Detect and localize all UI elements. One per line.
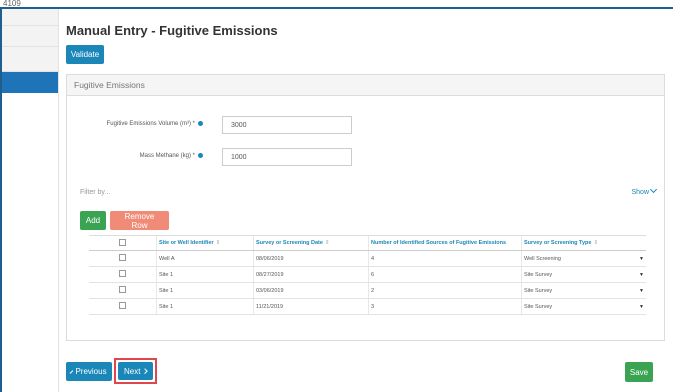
site-cell[interactable]: Site 1 (156, 266, 254, 283)
row-checkbox-cell[interactable] (89, 250, 157, 267)
row-checkbox[interactable] (119, 302, 126, 309)
site-cell[interactable]: Site 1 (156, 298, 254, 315)
table-row[interactable]: Site 1 03/06/2019 2 Site Survey ▼ (89, 282, 646, 299)
mass-methane-input[interactable]: 1000 (222, 148, 352, 166)
app-window: 4109 Manual Entry - Fugitive Emissions V… (0, 0, 673, 392)
panel-header: Fugitive Emissions (67, 75, 664, 96)
validate-button[interactable]: Validate (66, 45, 104, 64)
type-select[interactable]: Well Screening ▼ (521, 250, 646, 267)
site-cell[interactable]: Well A (156, 250, 254, 267)
select-all-header[interactable] (89, 235, 157, 251)
sidebar-item-1[interactable] (2, 9, 58, 26)
chevron-left-icon (70, 369, 74, 374)
column-site[interactable]: Site or Well Identifier ⇕ (156, 235, 254, 251)
dropdown-arrow-icon: ▼ (639, 287, 644, 294)
type-select-value: Site Survey (524, 271, 553, 278)
date-cell[interactable]: 03/06/2019 (253, 282, 369, 299)
sources-cell[interactable]: 6 (368, 266, 522, 283)
emissions-table: Site or Well Identifier ⇕ Survey or Scree… (89, 235, 646, 315)
volume-label-text: Fugitive Emissions Volume (m³) * (106, 121, 195, 128)
table-row[interactable]: Well A 08/06/2019 4 Well Screening ▼ (89, 250, 646, 267)
row-checkbox[interactable] (119, 270, 126, 277)
mass-methane-label-text: Mass Methane (kg) * (139, 153, 195, 160)
row-checkbox[interactable] (119, 286, 126, 293)
table-row[interactable]: Site 1 11/21/2019 3 Site Survey ▼ (89, 298, 646, 315)
save-button[interactable]: Save (625, 362, 653, 382)
column-sources[interactable]: Number of Identified Sources of Fugitive… (368, 235, 522, 251)
filter-input[interactable]: Filter by... (80, 189, 110, 196)
column-date[interactable]: Survey or Screening Date ⇕ (253, 235, 369, 251)
fugitive-emissions-panel: Fugitive Emissions Fugitive Emissions Vo… (66, 74, 665, 341)
remove-row-button[interactable]: Remove Row (110, 211, 169, 230)
table-row[interactable]: Site 1 08/27/2019 6 Site Survey ▼ (89, 266, 646, 283)
panel-title: Fugitive Emissions (74, 80, 145, 90)
type-select-value: Well Screening (524, 255, 561, 262)
column-type-label: Survey or Screening Type (524, 240, 592, 246)
sources-cell[interactable]: 2 (368, 282, 522, 299)
sort-icon: ⇕ (324, 240, 330, 246)
next-label: Next (124, 366, 141, 376)
info-icon[interactable] (198, 153, 203, 158)
previous-button[interactable]: Previous (66, 362, 112, 381)
show-toggle[interactable]: Show (631, 185, 658, 196)
row-checkbox-cell[interactable] (89, 298, 157, 315)
type-select[interactable]: Site Survey ▼ (521, 282, 646, 299)
previous-label: Previous (75, 367, 107, 376)
volume-label: Fugitive Emissions Volume (m³) * (107, 121, 203, 127)
dropdown-arrow-icon: ▼ (639, 271, 644, 278)
sources-cell[interactable]: 4 (368, 250, 522, 267)
type-select[interactable]: Site Survey ▼ (521, 266, 646, 283)
main-content: Manual Entry - Fugitive Emissions Valida… (58, 9, 673, 392)
table-header-row: Site or Well Identifier ⇕ Survey or Scree… (89, 235, 646, 251)
column-site-label: Site or Well Identifier (159, 240, 214, 246)
sidebar-item-active[interactable] (2, 72, 58, 93)
date-cell[interactable]: 11/21/2019 (253, 298, 369, 315)
type-select-value: Site Survey (524, 303, 553, 310)
sort-icon: ⇕ (593, 240, 599, 246)
row-checkbox[interactable] (119, 254, 126, 261)
chevron-down-icon (649, 185, 658, 194)
row-checkbox-cell[interactable] (89, 282, 157, 299)
add-button[interactable]: Add (80, 211, 106, 230)
select-all-checkbox[interactable] (119, 238, 126, 246)
info-icon[interactable] (198, 121, 203, 126)
mass-methane-label: Mass Methane (kg) * (140, 153, 203, 159)
type-select[interactable]: Site Survey ▼ (521, 298, 646, 315)
dropdown-arrow-icon: ▼ (639, 303, 644, 310)
column-sources-label: Number of Identified Sources of Fugitive… (371, 240, 507, 246)
site-cell[interactable]: Site 1 (156, 282, 254, 299)
sidebar-item-3[interactable] (2, 47, 58, 72)
volume-input[interactable]: 3000 (222, 116, 352, 134)
sort-icon: ⇕ (215, 240, 221, 246)
dropdown-arrow-icon: ▼ (639, 255, 644, 262)
date-cell[interactable]: 08/27/2019 (253, 266, 369, 283)
page-title: Manual Entry - Fugitive Emissions (66, 23, 278, 38)
row-checkbox-cell[interactable] (89, 266, 157, 283)
show-label: Show (631, 189, 649, 196)
chevron-right-icon (142, 368, 148, 374)
date-cell[interactable]: 08/06/2019 (253, 250, 369, 267)
column-date-label: Survey or Screening Date (256, 240, 323, 246)
sidebar-item-2[interactable] (2, 26, 58, 47)
column-type[interactable]: Survey or Screening Type ⇕ (521, 235, 646, 251)
sources-cell[interactable]: 3 (368, 298, 522, 315)
next-button[interactable]: Next (118, 362, 153, 380)
type-select-value: Site Survey (524, 287, 553, 294)
sidebar (2, 9, 59, 392)
